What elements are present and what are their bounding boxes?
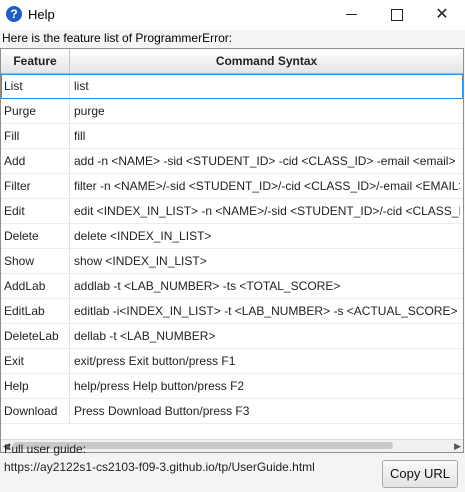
syntax-cell: filter -n <NAME>/-sid <STUDENT_ID>/-cid …	[74, 179, 460, 193]
minimize-button[interactable]	[328, 0, 374, 30]
feature-cell: Show	[4, 254, 35, 268]
guide-label: Full user guide:	[4, 442, 87, 456]
syntax-cell: show <INDEX_IN_LIST>	[74, 254, 207, 268]
help-content: Here is the feature list of ProgrammerEr…	[0, 30, 465, 492]
syntax-cell: Press Download Button/press F3	[74, 404, 250, 418]
table-row[interactable]: Delete delete <INDEX_IN_LIST>	[1, 224, 463, 249]
syntax-cell: purge	[74, 104, 105, 118]
syntax-cell: addlab -t <LAB_NUMBER> -ts <TOTAL_SCORE>	[74, 279, 341, 293]
table-row[interactable]: Add add -n <NAME> -sid <STUDENT_ID> -cid…	[1, 149, 463, 174]
syntax-cell: edit <INDEX_IN_LIST> -n <NAME>/-sid <STU…	[74, 204, 460, 218]
feature-cell: Download	[4, 404, 58, 418]
feature-cell: Exit	[4, 354, 25, 368]
scroll-right-icon[interactable]: ▶	[454, 441, 461, 452]
guide-url: https://ay2122s1-cs2103-f09-3.github.io/…	[4, 460, 315, 474]
table-row[interactable]: Purge purge	[1, 99, 463, 124]
column-header-command-syntax[interactable]: Command Syntax	[70, 49, 463, 73]
feature-cell: AddLab	[4, 279, 46, 293]
syntax-cell: add -n <NAME> -sid <STUDENT_ID> -cid <CL…	[74, 154, 456, 168]
feature-table[interactable]: Feature Command Syntax List list Purge p…	[0, 48, 464, 453]
table-row[interactable]: EditLab editlab -i<INDEX_IN_LIST> -t <LA…	[1, 299, 463, 324]
syntax-cell: fill	[74, 129, 86, 143]
table-row[interactable]: AddLab addlab -t <LAB_NUMBER> -ts <TOTAL…	[1, 274, 463, 299]
feature-cell: Filter	[4, 179, 31, 193]
syntax-cell: dellab -t <LAB_NUMBER>	[74, 329, 216, 343]
table-row[interactable]: List list	[1, 74, 463, 99]
help-icon: ?	[6, 6, 22, 22]
syntax-cell: editlab -i<INDEX_IN_LIST> -t <LAB_NUMBER…	[74, 304, 458, 318]
intro-text: Here is the feature list of ProgrammerEr…	[2, 31, 233, 45]
table-row[interactable]: Download Press Download Button/press F3	[1, 399, 463, 424]
syntax-cell: help/press Help button/press F2	[74, 379, 245, 393]
title-bar: ? Help ✕	[0, 0, 465, 30]
feature-cell: Edit	[4, 204, 25, 218]
maximize-icon	[391, 8, 403, 21]
feature-cell: Help	[4, 379, 29, 393]
syntax-cell: delete <INDEX_IN_LIST>	[74, 229, 212, 243]
syntax-cell: exit/press Exit button/press F1	[74, 354, 236, 368]
close-icon: ✕	[435, 6, 449, 23]
feature-cell: EditLab	[4, 304, 45, 318]
feature-cell: Purge	[4, 104, 37, 118]
maximize-button[interactable]	[374, 0, 420, 30]
feature-cell: Fill	[4, 129, 20, 143]
minimize-icon	[345, 14, 357, 16]
close-button[interactable]: ✕	[419, 0, 465, 30]
table-header: Feature Command Syntax	[1, 49, 463, 74]
table-body: List list Purge purge Fill fill Add add …	[1, 74, 463, 424]
feature-cell: Delete	[4, 229, 39, 243]
table-row[interactable]: Fill fill	[1, 124, 463, 149]
table-row[interactable]: Filter filter -n <NAME>/-sid <STUDENT_ID…	[1, 174, 463, 199]
feature-cell: List	[4, 79, 23, 93]
table-row[interactable]: Help help/press Help button/press F2	[1, 374, 463, 399]
feature-cell: Add	[4, 154, 26, 168]
table-row[interactable]: Edit edit <INDEX_IN_LIST> -n <NAME>/-sid…	[1, 199, 463, 224]
table-row[interactable]: DeleteLab dellab -t <LAB_NUMBER>	[1, 324, 463, 349]
window-title: Help	[28, 7, 55, 22]
table-row[interactable]: Show show <INDEX_IN_LIST>	[1, 249, 463, 274]
column-header-feature[interactable]: Feature	[1, 49, 70, 73]
feature-cell: DeleteLab	[4, 329, 59, 343]
copy-url-button[interactable]: Copy URL	[382, 460, 458, 488]
table-row[interactable]: Exit exit/press Exit button/press F1	[1, 349, 463, 374]
syntax-cell: list	[74, 79, 89, 93]
